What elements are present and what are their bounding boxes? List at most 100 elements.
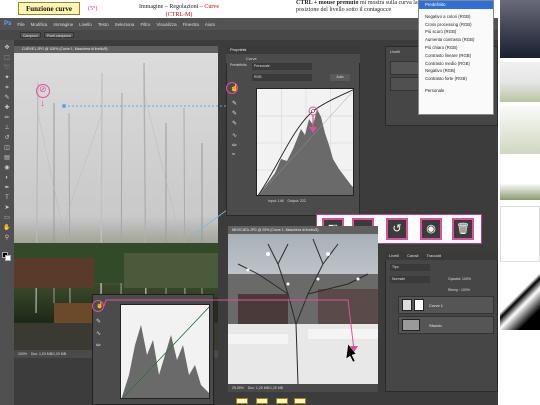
- move-tool-icon[interactable]: ✥: [3, 44, 11, 52]
- preset-dropdown-menu: Predefinito Negativo a colori (RGB) Cros…: [418, 0, 494, 115]
- thumbnail-high-key: [500, 106, 540, 154]
- pencil-draw-icon[interactable]: ✏: [232, 142, 237, 149]
- hand-tool-icon[interactable]: ✋: [3, 224, 11, 232]
- thumbnail-threshold: [500, 266, 540, 330]
- preset-item-default[interactable]: Predefinito: [419, 1, 493, 9]
- menu-help[interactable]: Aiuto: [205, 22, 215, 27]
- thumbnail-negative: [500, 0, 540, 58]
- channel-select[interactable]: RGB: [252, 74, 312, 81]
- pink-connector-line: [103, 299, 358, 352]
- brush-tool-icon[interactable]: ✏: [3, 114, 11, 122]
- opacity-value: 100%: [462, 277, 471, 281]
- bottom-nav-buttons: [236, 398, 306, 405]
- pen-tool-icon[interactable]: ✒: [3, 184, 11, 192]
- preset-label: Predefinito: [230, 63, 247, 67]
- nav-button-4[interactable]: [294, 398, 306, 404]
- fill-value: 100%: [461, 288, 470, 292]
- preset-item-custom[interactable]: Personale: [419, 87, 493, 95]
- ps-logo: Ps: [4, 21, 12, 27]
- nav-button-3[interactable]: [276, 398, 288, 404]
- auto-button[interactable]: Auto: [330, 74, 350, 81]
- menu-edit[interactable]: Modifica: [31, 22, 48, 27]
- layer-kind-filter[interactable]: Tipo: [390, 264, 430, 271]
- preset-item-strong-contrast[interactable]: Contrasto forte (RGB): [419, 75, 493, 83]
- menu-select[interactable]: Seleziona: [115, 22, 135, 27]
- menu-view[interactable]: Visualizza: [156, 22, 176, 27]
- ctrl-note-bold: CTRL + mouse premuto: [296, 0, 359, 6]
- preset-thumbnails: [500, 0, 540, 405]
- input-value: 146: [277, 199, 284, 203]
- preset-item-medium-contrast[interactable]: Contrasto medio (RGB): [419, 60, 493, 68]
- thumbnail-bright: [500, 158, 540, 200]
- preset-item-cross-processing[interactable]: Cross processing (RGB): [419, 21, 493, 29]
- crop-tool-icon[interactable]: ⌗: [3, 84, 11, 92]
- trash-icon[interactable]: 🗑: [452, 218, 474, 240]
- fill-control[interactable]: Riemp.: 100%: [448, 288, 470, 292]
- menu-type[interactable]: Testo: [98, 22, 109, 27]
- black-point-eyedropper-icon[interactable]: ✎: [232, 100, 237, 107]
- healing-tool-icon[interactable]: ✚: [3, 104, 11, 112]
- on-image-adjust-icon[interactable]: ☝: [230, 84, 239, 92]
- white-point-eyedropper-icon[interactable]: ✎: [232, 120, 237, 127]
- marquee-tool-icon[interactable]: ⬚: [3, 54, 11, 62]
- smooth-icon[interactable]: ≈: [232, 152, 235, 158]
- preset-item-negative[interactable]: Negativo (RGB): [419, 67, 493, 75]
- path-select-icon[interactable]: ➤: [3, 204, 11, 212]
- adjustment-name: Curve: [226, 54, 360, 63]
- nav-button-2[interactable]: [256, 398, 268, 404]
- preset-item-darker[interactable]: Più scuro (RGB): [419, 28, 493, 36]
- blend-mode-select[interactable]: Normale: [390, 276, 430, 283]
- menu-layer[interactable]: Livello: [79, 22, 92, 27]
- type-tool-icon[interactable]: T: [3, 194, 11, 202]
- background-color-swatch[interactable]: [5, 255, 11, 261]
- eyedropper-tool-icon[interactable]: ✎: [3, 94, 11, 102]
- visibility-icon[interactable]: ◉: [420, 218, 442, 240]
- tab-layers[interactable]: Livelli: [389, 252, 399, 260]
- menu-path-note: Immagine – Regolazioni – Curve (CTRL-M): [124, 3, 234, 19]
- gradient-tool-icon[interactable]: ▤: [3, 154, 11, 162]
- zoom-tool-icon[interactable]: ⚲: [3, 234, 11, 242]
- preset-item-color-negative[interactable]: Negativo a colori (RGB): [419, 13, 493, 21]
- curves-adjustment-thumbnail-icon: [402, 299, 412, 311]
- tab-paths[interactable]: Tracciati: [426, 252, 441, 260]
- sample-points-button[interactable]: Punti campione: [44, 32, 75, 38]
- step-number: (5°): [88, 6, 98, 12]
- doc2-zoom: 25,05%: [232, 386, 244, 390]
- menu-filter[interactable]: Filtro: [140, 22, 150, 27]
- dodge-tool-icon[interactable]: ◐: [3, 174, 11, 182]
- preset-item-lighter[interactable]: Più chiaro (RGB): [419, 44, 493, 52]
- tab-channels[interactable]: Canali: [407, 252, 418, 260]
- properties-title: Proprietà: [226, 46, 360, 54]
- document-tab-nevicata[interactable]: NEVICATA.JPG @ 25% (Curve 1, Maschera di…: [228, 226, 378, 234]
- fill-label: Riemp.:: [448, 288, 461, 292]
- blur-tool-icon[interactable]: ◉: [3, 164, 11, 172]
- reset-icon[interactable]: ↺: [386, 218, 408, 240]
- menu-window[interactable]: Finestra: [183, 22, 199, 27]
- layer-curves-row[interactable]: Curve 1: [398, 296, 494, 314]
- menu-image[interactable]: Immagine: [53, 22, 73, 27]
- input-label: Input:: [268, 199, 277, 203]
- shape-tool-icon[interactable]: ▭: [3, 214, 11, 222]
- eraser-tool-icon[interactable]: ◫: [3, 144, 11, 152]
- lasso-tool-icon[interactable]: ➰: [3, 64, 11, 72]
- preset-select[interactable]: Personale: [252, 63, 312, 70]
- doc1-zoom: 100%: [18, 352, 27, 356]
- menu-file[interactable]: File: [17, 22, 24, 27]
- preset-item-increase-contrast[interactable]: Aumenta contrasto (RGB): [419, 36, 493, 44]
- curves-graph[interactable]: [256, 88, 354, 196]
- samples-button[interactable]: Campioni: [20, 32, 41, 38]
- magic-wand-icon[interactable]: ✦: [3, 74, 11, 82]
- stamp-tool-icon[interactable]: ⊥: [3, 124, 11, 132]
- preset-item-linear-contrast[interactable]: Contrasto lineare (RGB): [419, 52, 493, 60]
- doc1-size: Doc: 1,03 MB/1,03 MB: [30, 352, 67, 356]
- input-readout: Input: 146 Output: 222: [268, 199, 306, 203]
- opacity-control[interactable]: Opacità: 100%: [448, 277, 471, 281]
- nav-button-1[interactable]: [236, 398, 248, 404]
- gray-point-eyedropper-icon[interactable]: ✎: [232, 110, 237, 117]
- output-label: Output:: [287, 199, 299, 203]
- document-tab-curve1[interactable]: CURVE1.JPG @ 100% (Curve 1, Maschera di …: [14, 46, 218, 53]
- history-brush-icon[interactable]: ↺: [3, 134, 11, 142]
- ctrl-mouse-note: CTRL + mouse premuto mi mostra sulla cur…: [296, 0, 418, 14]
- curve-edit-icon[interactable]: ∿: [232, 132, 237, 139]
- down-arrow-icon: ↓: [40, 98, 45, 109]
